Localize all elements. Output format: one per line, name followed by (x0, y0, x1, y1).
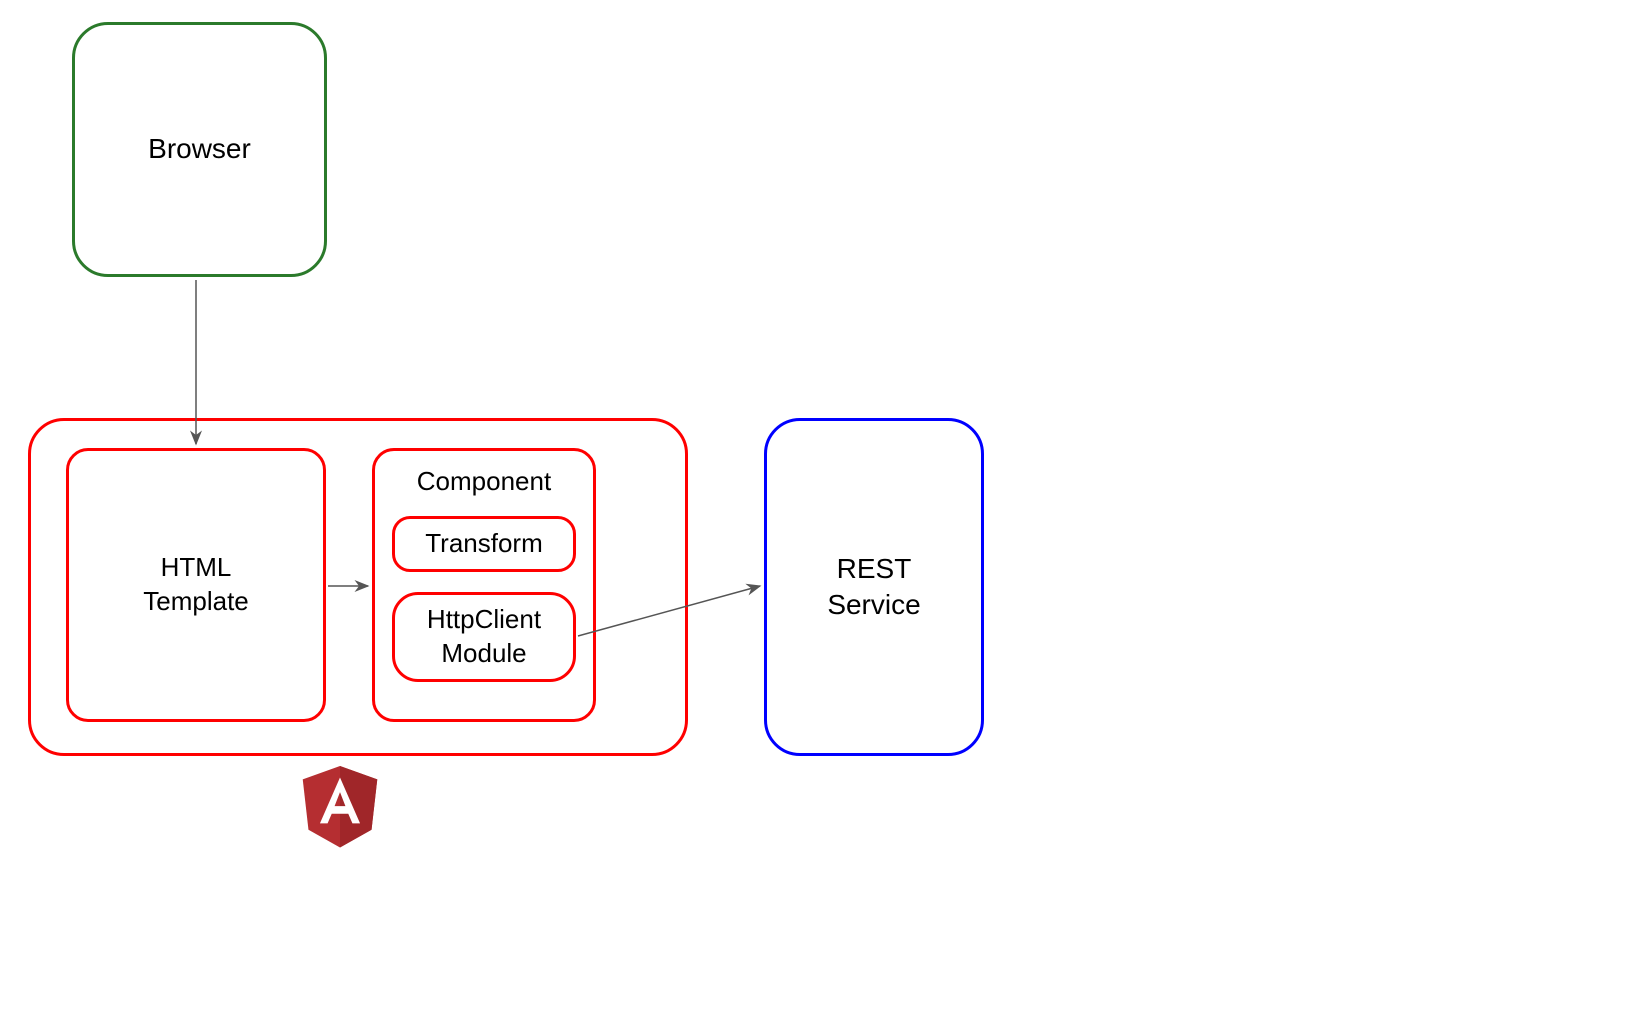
angular-icon (300, 766, 380, 852)
node-browser-label: Browser (148, 131, 251, 167)
node-httpclient: HttpClient Module (392, 592, 576, 682)
node-transform-label: Transform (425, 527, 543, 561)
node-httpclient-label: HttpClient Module (427, 603, 541, 671)
node-browser: Browser (72, 22, 327, 277)
node-rest-service: REST Service (764, 418, 984, 756)
node-rest-service-label: REST Service (827, 551, 920, 624)
node-transform: Transform (392, 516, 576, 572)
node-component-label: Component (417, 465, 551, 499)
node-html-template-label: HTML Template (143, 551, 249, 619)
node-html-template: HTML Template (66, 448, 326, 722)
